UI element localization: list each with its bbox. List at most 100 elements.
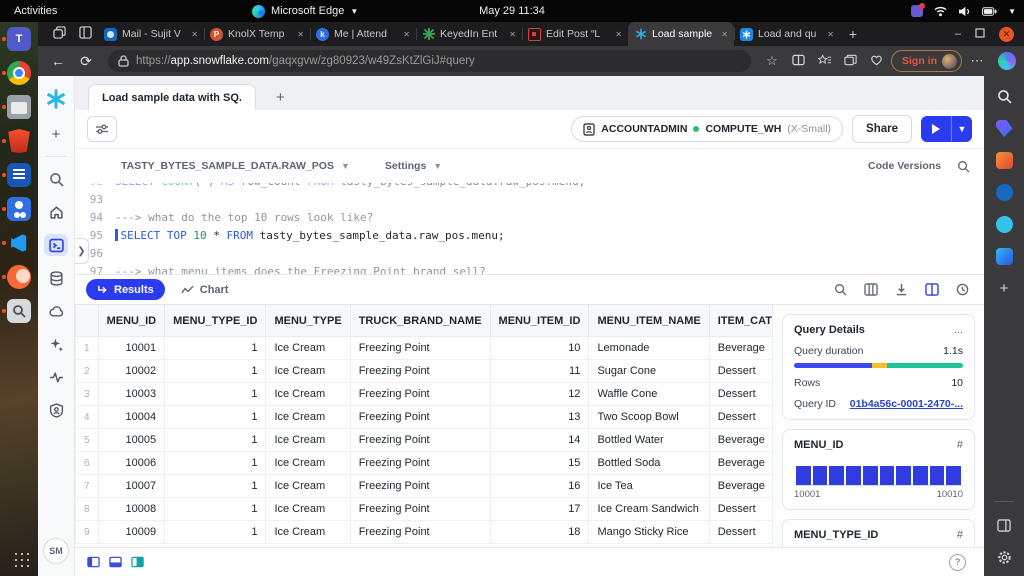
table-row[interactable]: 1100011Ice CreamFreezing Point10Lemonade… <box>76 337 773 360</box>
sql-editor[interactable]: 92SELECT COUNT(*) AS row_count FROM tast… <box>75 183 984 274</box>
dock-item-files[interactable] <box>0 90 38 124</box>
dock-item-postman[interactable] <box>0 260 38 294</box>
results-table-container[interactable]: MENU_IDMENU_TYPE_IDMENU_TYPETRUCK_BRAND_… <box>75 305 772 547</box>
column-header-menu_id[interactable]: MENU_ID <box>98 305 165 337</box>
collections-icon[interactable] <box>839 54 861 69</box>
system-clock[interactable]: May 29 11:34 <box>0 5 1024 17</box>
column-header-item_category[interactable]: ITEM_CATEGORY <box>709 305 772 337</box>
browser-tab-keyedin[interactable]: KeyedIn Ent ✕ <box>416 22 522 46</box>
sign-in-button[interactable]: Sign in <box>891 50 962 72</box>
copilot-icon[interactable] <box>998 52 1016 70</box>
dock-item-teams[interactable]: T <box>0 22 38 56</box>
column-header-menu_type[interactable]: MENU_TYPE <box>266 305 350 337</box>
snowflake-logo-icon[interactable] <box>44 86 68 112</box>
user-avatar[interactable]: SM <box>43 538 69 564</box>
chart-tab[interactable]: Chart <box>181 284 229 296</box>
editor-search-icon[interactable] <box>957 160 970 173</box>
browser-tab-edit-post[interactable]: Edit Post “L ✕ <box>522 22 628 46</box>
tab-close-icon[interactable]: ✕ <box>509 30 516 39</box>
tab-close-icon[interactable]: ✕ <box>827 30 834 39</box>
table-row[interactable]: 8100081Ice CreamFreezing Point17Ice Crea… <box>76 498 773 521</box>
favorite-star-icon[interactable]: ☆ <box>761 53 783 69</box>
column-header-menu_type_id[interactable]: MENU_TYPE_ID <box>165 305 266 337</box>
editor-line[interactable]: 95SELECT TOP 10 * FROM tasty_bytes_sampl… <box>75 227 984 245</box>
sidebar-search-icon[interactable] <box>996 88 1013 105</box>
vertical-tabs-icon[interactable] <box>72 26 98 42</box>
refresh-button[interactable]: ⟳ <box>74 53 98 70</box>
table-row[interactable]: 5100051Ice CreamFreezing Point14Bottled … <box>76 429 773 452</box>
table-row[interactable]: 9100091Ice CreamFreezing Point18Mango St… <box>76 521 773 544</box>
table-row[interactable]: 6100061Ice CreamFreezing Point15Bottled … <box>76 452 773 475</box>
dock-item-vscode[interactable] <box>0 226 38 260</box>
settings-gear-icon[interactable] <box>996 549 1013 566</box>
browser-tab-load-and-query[interactable]: Load and qu ✕ <box>734 22 840 46</box>
browser-tab-mail[interactable]: Mail - Sujit V ✕ <box>98 22 204 46</box>
tab-close-icon[interactable]: ✕ <box>615 30 622 39</box>
browser-tab-attendance[interactable]: k Me | Attend ✕ <box>310 22 416 46</box>
microsoft365-icon[interactable] <box>996 152 1013 169</box>
browser-menu-icon[interactable]: ⋯ <box>966 53 988 69</box>
designer-icon[interactable] <box>996 248 1013 265</box>
add-sidebar-app-icon[interactable]: + <box>996 280 1013 297</box>
download-icon[interactable] <box>895 283 908 296</box>
browser-tab-knolx[interactable]: P KnolX Temp ✕ <box>204 22 310 46</box>
browser-essentials-icon[interactable] <box>865 54 887 69</box>
activities-button[interactable]: Activities <box>14 5 57 17</box>
menu-id-histogram[interactable] <box>794 461 963 486</box>
minimize-button[interactable]: – <box>955 28 961 40</box>
sidebar-item-activity[interactable] <box>44 366 68 388</box>
column-header-menu_item_name[interactable]: MENU_ITEM_NAME <box>589 305 709 337</box>
dock-item-people[interactable] <box>0 192 38 226</box>
layout-split-icon[interactable] <box>109 556 122 568</box>
editor-line[interactable]: 93 <box>75 191 984 209</box>
layout-results-icon[interactable] <box>131 556 144 568</box>
code-versions-button[interactable]: Code Versions <box>868 160 941 172</box>
run-button[interactable] <box>921 116 952 142</box>
new-tab-button[interactable]: + <box>840 26 866 42</box>
sidebar-item-home[interactable] <box>44 201 68 223</box>
editor-line[interactable]: 92SELECT COUNT(*) AS row_count FROM tast… <box>75 183 984 191</box>
history-icon[interactable] <box>956 283 969 296</box>
tab-close-icon[interactable]: ✕ <box>297 30 304 39</box>
dock-item-chrome[interactable] <box>0 56 38 90</box>
outlook-sidebar-icon[interactable] <box>996 184 1013 201</box>
column-header-menu_item_id[interactable]: MENU_ITEM_ID <box>490 305 589 337</box>
tab-close-icon[interactable]: ✕ <box>721 30 728 39</box>
editor-line[interactable]: 97---> what menu items does the Freezing… <box>75 263 984 274</box>
sidebar-item-data[interactable] <box>44 267 68 289</box>
new-worksheet-tab-button[interactable]: + <box>276 89 285 106</box>
card-menu-button[interactable]: ... <box>954 324 963 336</box>
column-header-truck_brand_name[interactable]: TRUCK_BRAND_NAME <box>350 305 490 337</box>
split-view-icon[interactable] <box>925 283 939 296</box>
worksheet-tab[interactable]: Load sample data with SQ... <box>88 84 256 110</box>
sidebar-item-admin[interactable] <box>44 399 68 421</box>
show-applications-button[interactable] <box>0 542 38 572</box>
settings-menu[interactable]: Settings <box>385 160 426 172</box>
query-id-link[interactable]: 01b4a56c-0001-2470-... <box>850 398 963 410</box>
dock-item-word[interactable] <box>0 158 38 192</box>
app-menu[interactable]: Microsoft Edge ▼ <box>252 5 358 18</box>
new-worksheet-button[interactable]: + <box>44 123 68 145</box>
help-button[interactable]: ? <box>949 554 966 571</box>
editor-line[interactable]: 94---> what do the top 10 rows look like… <box>75 209 984 227</box>
sidebar-item-marketplace[interactable] <box>44 300 68 322</box>
dock-item-brave[interactable] <box>0 124 38 158</box>
sidebar-item-search[interactable] <box>44 168 68 190</box>
close-button[interactable]: ✕ <box>999 27 1014 42</box>
context-selector[interactable]: ACCOUNTADMIN COMPUTE_WH (X-Small) <box>571 116 843 142</box>
browser-tab-load-sample-active[interactable]: Load sample ✕ <box>628 22 734 46</box>
split-screen-icon[interactable] <box>787 54 809 69</box>
system-tray[interactable]: ▼ <box>911 5 1016 17</box>
tab-close-icon[interactable]: ✕ <box>191 30 198 39</box>
favorites-bar-icon[interactable] <box>813 54 835 69</box>
share-button[interactable]: Share <box>852 115 912 143</box>
table-row[interactable]: 3100031Ice CreamFreezing Point12Waffle C… <box>76 383 773 406</box>
url-field[interactable]: https://app.snowflake.com/gaqxgvw/zg8092… <box>108 50 751 72</box>
shopping-icon[interactable] <box>996 120 1013 137</box>
filters-button[interactable] <box>87 116 117 142</box>
columns-icon[interactable] <box>864 283 878 296</box>
results-search-icon[interactable] <box>834 283 847 296</box>
database-schema-selector[interactable]: TASTY_BYTES_SAMPLE_DATA.RAW_POS <box>121 160 334 172</box>
table-row[interactable]: 7100071Ice CreamFreezing Point16Ice TeaB… <box>76 475 773 498</box>
tab-close-icon[interactable]: ✕ <box>403 30 410 39</box>
